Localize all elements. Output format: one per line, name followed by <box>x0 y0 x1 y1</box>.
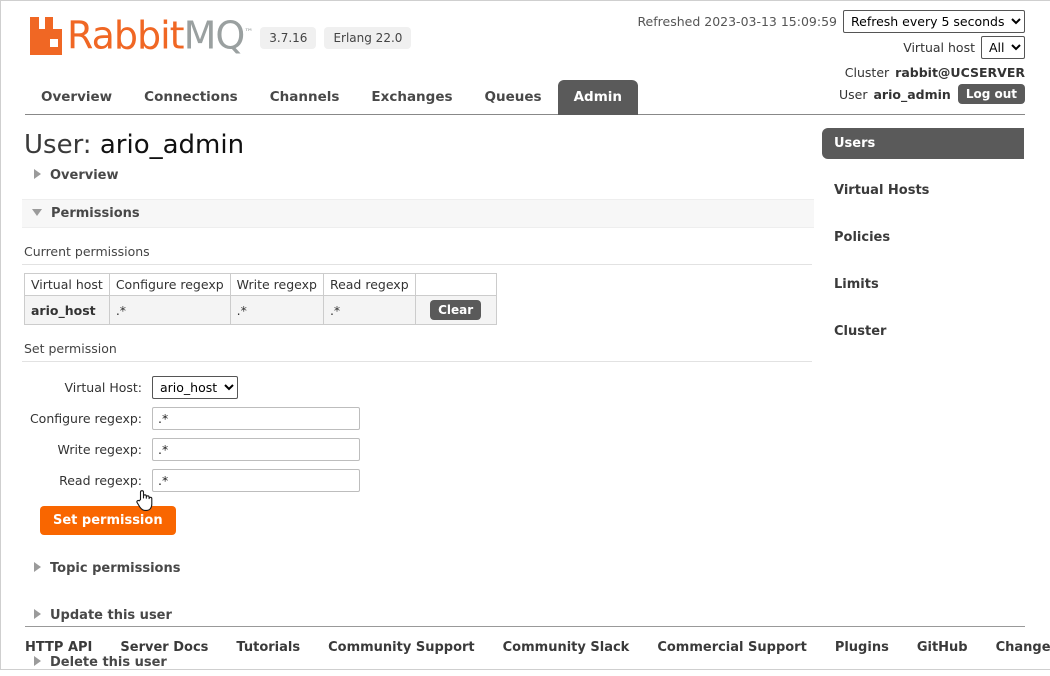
brand-wordmark: RabbitMQ™ <box>67 14 252 55</box>
nav-tab-admin[interactable]: Admin <box>558 80 638 115</box>
main-column: User: ario_admin Overview Permissions Cu… <box>22 120 814 676</box>
sidebar-item-cluster[interactable]: Cluster <box>822 316 1024 347</box>
footer-link-http-api[interactable]: HTTP API <box>25 640 92 655</box>
nav-tab-list: OverviewConnectionsChannelsExchangesQueu… <box>25 80 1025 115</box>
footer-link-github[interactable]: GitHub <box>917 640 968 655</box>
sidebar-item-policies[interactable]: Policies <box>822 222 1024 253</box>
form-label-write: Write regexp: <box>22 442 152 457</box>
col-write-regexp: Write regexp <box>230 274 323 296</box>
col-configure-regexp: Configure regexp <box>109 274 230 296</box>
nav-tab-overview[interactable]: Overview <box>25 80 128 115</box>
col-virtual-host: Virtual host <box>25 274 110 296</box>
table-row: ario_host .* .* .* Clear <box>25 296 497 325</box>
page-title-username: ario_admin <box>100 130 244 160</box>
chevron-right-icon <box>34 609 41 619</box>
cell-read-regexp: .* <box>323 296 415 325</box>
footer-link-plugins[interactable]: Plugins <box>835 640 889 655</box>
clear-permission-button[interactable]: Clear <box>430 300 481 320</box>
page-footer: HTTP API Server Docs Tutorials Community Su… <box>0 626 1050 669</box>
page-content: User: ario_admin Overview Permissions Cu… <box>0 120 1050 625</box>
virtual-host-select[interactable]: All <box>981 36 1025 59</box>
section-overview[interactable]: Overview <box>34 162 814 189</box>
page-title-prefix: User: <box>24 130 92 160</box>
divider-2 <box>22 361 812 362</box>
section-update-user-label: Update this user <box>50 608 172 623</box>
rabbitmq-logo-icon <box>30 17 64 55</box>
cell-write-regexp: .* <box>230 296 323 325</box>
cell-actions: Clear <box>415 296 496 325</box>
read-regexp-input[interactable] <box>152 469 360 492</box>
cell-configure-regexp: .* <box>109 296 230 325</box>
brand-word-mq: MQ <box>184 14 245 58</box>
cluster-name: rabbit@UCSERVER <box>895 65 1025 80</box>
section-permissions-label: Permissions <box>51 206 140 221</box>
section-permissions[interactable]: Permissions <box>22 199 814 228</box>
col-read-regexp: Read regexp <box>323 274 415 296</box>
nav-tab-channels[interactable]: Channels <box>254 80 356 115</box>
col-actions <box>415 274 496 296</box>
erlang-version-badge: Erlang 22.0 <box>324 27 411 49</box>
main-navigation: OverviewConnectionsChannelsExchangesQueu… <box>0 80 1050 116</box>
vhost-label: Virtual host <box>903 40 975 55</box>
chevron-right-icon <box>34 169 41 179</box>
nav-tab-exchanges[interactable]: Exchanges <box>355 80 468 115</box>
form-label-vhost: Virtual Host: <box>22 380 152 395</box>
refreshed-timestamp: Refreshed 2023-03-13 15:09:59 <box>637 14 837 29</box>
form-row-configure: Configure regexp: <box>22 407 814 430</box>
nav-tab-connections[interactable]: Connections <box>128 80 254 115</box>
section-topic-permissions[interactable]: Topic permissions <box>34 555 814 582</box>
vhost-row: Virtual host All <box>637 36 1025 58</box>
version-badge: 3.7.16 <box>260 27 316 49</box>
refresh-row: Refreshed 2023-03-13 15:09:59 Refresh ev… <box>637 10 1025 32</box>
form-row-vhost: Virtual Host: ario_host <box>22 376 814 399</box>
form-label-read: Read regexp: <box>22 473 152 488</box>
refresh-interval-select[interactable]: Refresh every 5 seconds <box>843 10 1025 33</box>
current-permissions-table: Virtual host Configure regexp Write rege… <box>24 273 497 325</box>
footer-link-tutorials[interactable]: Tutorials <box>236 640 300 655</box>
form-row-write: Write regexp: <box>22 438 814 461</box>
sidebar-item-virtual-hosts[interactable]: Virtual Hosts <box>822 175 1024 206</box>
set-permission-button[interactable]: Set permission <box>40 506 176 535</box>
configure-regexp-input[interactable] <box>152 407 360 430</box>
page-title: User: ario_admin <box>24 130 814 160</box>
nav-tab-queues[interactable]: Queues <box>469 80 558 115</box>
footer-link-commercial-support[interactable]: Commercial Support <box>657 640 807 655</box>
sidebar-item-users[interactable]: Users <box>822 128 1024 159</box>
page-header: RabbitMQ™ 3.7.16 Erlang 22.0 Refreshed 2… <box>0 0 1050 78</box>
write-regexp-input[interactable] <box>152 438 360 461</box>
footer-link-community-support[interactable]: Community Support <box>328 640 475 655</box>
cluster-label: Cluster <box>845 65 889 80</box>
cell-virtual-host: ario_host <box>25 296 110 325</box>
footer-link-list: HTTP API Server Docs Tutorials Community Su… <box>25 626 1025 655</box>
section-update-user[interactable]: Update this user <box>34 602 814 629</box>
divider <box>22 264 812 265</box>
chevron-right-icon <box>34 562 41 572</box>
chevron-down-icon <box>32 209 42 216</box>
admin-sidebar: Users Virtual Hosts Policies Limits Cluster <box>822 128 1024 363</box>
brand-logo[interactable]: RabbitMQ™ 3.7.16 Erlang 22.0 <box>30 14 411 55</box>
footer-link-changelog[interactable]: Changelog <box>996 640 1050 655</box>
current-permissions-caption: Current permissions <box>24 244 814 259</box>
footer-link-community-slack[interactable]: Community Slack <box>503 640 630 655</box>
sidebar-item-limits[interactable]: Limits <box>822 269 1024 300</box>
cluster-row: Cluster rabbit@UCSERVER <box>637 62 1025 82</box>
set-permission-form: Virtual Host: ario_host Configure regexp… <box>22 376 814 535</box>
form-row-read: Read regexp: <box>22 469 814 492</box>
section-overview-label: Overview <box>50 168 119 183</box>
footer-link-server-docs[interactable]: Server Docs <box>120 640 208 655</box>
section-topic-permissions-label: Topic permissions <box>50 561 180 576</box>
form-virtual-host-select[interactable]: ario_host <box>152 376 238 399</box>
brand-word-rabbit: Rabbit <box>67 14 184 58</box>
set-permission-caption: Set permission <box>24 341 814 356</box>
form-label-configure: Configure regexp: <box>22 411 152 426</box>
table-header-row: Virtual host Configure regexp Write rege… <box>25 274 497 296</box>
trademark-mark: ™ <box>244 28 252 38</box>
